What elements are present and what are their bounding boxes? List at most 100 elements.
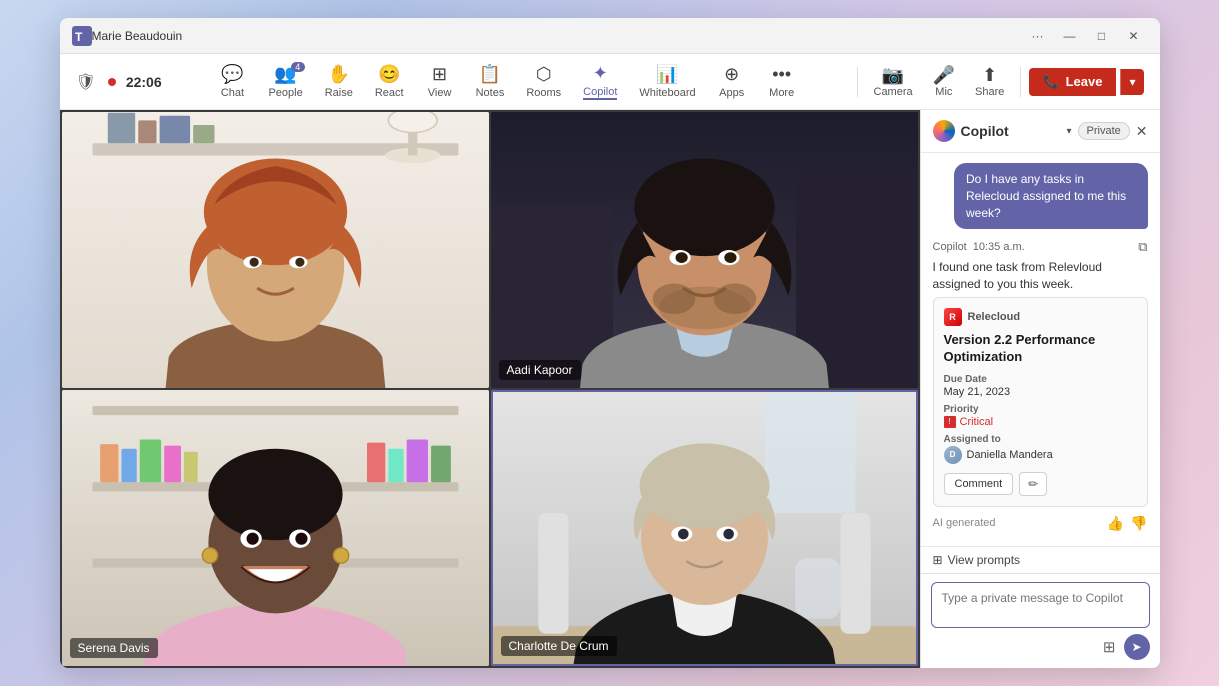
format-icon[interactable]: ⊞ bbox=[1101, 636, 1118, 658]
share-icon: ⬆ bbox=[982, 65, 997, 86]
toolbar-left: 🛡 22:06 bbox=[76, 72, 162, 92]
assignee-name: Daniella Mandera bbox=[967, 449, 1053, 461]
ai-generated-row: AI generated 👍 👎 bbox=[933, 515, 1148, 532]
leave-button[interactable]: 📞 Leave bbox=[1029, 68, 1116, 96]
video-tile-4: Charlotte De Crum bbox=[491, 390, 918, 666]
copilot-input-actions: ⊞ ➤ bbox=[931, 634, 1150, 660]
video-grid: Aadi Kapoor bbox=[60, 110, 920, 668]
video-tile-1 bbox=[62, 112, 489, 388]
video-tile-2: Aadi Kapoor bbox=[491, 112, 918, 388]
relecloud-logo-icon: R bbox=[944, 308, 962, 326]
more-button[interactable]: ••• More bbox=[758, 60, 806, 103]
copilot-icon: ✦ bbox=[593, 63, 608, 84]
copilot-msg-time: 10:35 a.m. bbox=[973, 241, 1025, 253]
comment-button[interactable]: Comment bbox=[944, 473, 1014, 495]
camera-button[interactable]: 📷 Camera bbox=[866, 61, 921, 102]
edit-button[interactable]: ✏ bbox=[1019, 472, 1047, 496]
share-button[interactable]: ⬆ Share bbox=[967, 61, 1012, 102]
copilot-message-input[interactable] bbox=[931, 582, 1150, 628]
toolbar-divider bbox=[857, 67, 858, 97]
teams-logo-icon: T bbox=[72, 26, 92, 46]
name-tag-3: Serena Davis bbox=[70, 638, 158, 658]
view-prompts-button[interactable]: ⊞ View prompts bbox=[921, 546, 1160, 573]
copy-icon[interactable]: ⧉ bbox=[1138, 239, 1147, 255]
svg-text:T: T bbox=[75, 30, 83, 44]
main-content: Aadi Kapoor bbox=[60, 110, 1160, 668]
raise-hand-icon: ✋ bbox=[328, 64, 350, 85]
close-button[interactable]: ✕ bbox=[1120, 25, 1148, 47]
task-source: Relecloud bbox=[968, 311, 1021, 323]
people-button[interactable]: 👥 4 People bbox=[258, 60, 312, 103]
react-icon: 😊 bbox=[378, 64, 400, 85]
raise-button[interactable]: ✋ Raise bbox=[315, 60, 363, 103]
meeting-timer: 22:06 bbox=[126, 74, 162, 90]
leave-dropdown-button[interactable]: ▾ bbox=[1120, 69, 1143, 95]
copilot-msg-text: I found one task from Relevloud assigned… bbox=[933, 259, 1148, 293]
copilot-logo-icon bbox=[933, 120, 955, 142]
thumbs-up-icon[interactable]: 👍 bbox=[1107, 515, 1124, 532]
due-date-value: May 21, 2023 bbox=[944, 386, 1137, 398]
copilot-panel: Copilot ▾ Private ✕ Do I have any tasks … bbox=[920, 110, 1160, 668]
copilot-msg-header: Copilot 10:35 a.m. ⧉ bbox=[933, 239, 1148, 255]
copilot-button[interactable]: ✦ Copilot bbox=[573, 59, 627, 104]
participant-3-figure bbox=[62, 390, 489, 666]
whiteboard-icon: 📊 bbox=[656, 64, 678, 85]
assignee-row: D Daniella Mandera bbox=[944, 446, 1137, 464]
toolbar-divider-2 bbox=[1020, 67, 1021, 97]
notes-button[interactable]: 📋 Notes bbox=[466, 60, 515, 103]
task-title: Version 2.2 Performance Optimization bbox=[944, 332, 1137, 366]
maximize-button[interactable]: □ bbox=[1088, 25, 1116, 47]
chat-button[interactable]: 💬 Chat bbox=[208, 60, 256, 103]
send-arrow-icon: ➤ bbox=[1131, 640, 1141, 654]
react-button[interactable]: 😊 React bbox=[365, 60, 414, 103]
assignee-avatar: D bbox=[944, 446, 962, 464]
participant-2-figure bbox=[491, 112, 918, 388]
copilot-bot-name: Copilot bbox=[933, 241, 967, 253]
minimize-button[interactable]: — bbox=[1056, 25, 1084, 47]
prompts-grid-icon: ⊞ bbox=[933, 553, 943, 567]
rooms-button[interactable]: ⬡ Rooms bbox=[516, 60, 571, 103]
notes-icon: 📋 bbox=[479, 64, 501, 85]
meeting-toolbar: 🛡 22:06 💬 Chat 👥 4 People ✋ Raise 😊 Reac… bbox=[60, 54, 1160, 110]
video-background-4 bbox=[493, 392, 916, 664]
more-options-button[interactable]: ··· bbox=[1024, 25, 1052, 47]
user-message-bubble: Do I have any tasks in Relecloud assigne… bbox=[954, 163, 1148, 229]
task-card: R Relecloud Version 2.2 Performance Opti… bbox=[933, 297, 1148, 507]
feedback-icons: 👍 👎 bbox=[1107, 515, 1148, 532]
private-badge: Private bbox=[1078, 122, 1130, 140]
toolbar-center: 💬 Chat 👥 4 People ✋ Raise 😊 React ⊞ View bbox=[208, 59, 805, 104]
task-actions: Comment ✏ bbox=[944, 472, 1137, 496]
close-copilot-button[interactable]: ✕ bbox=[1136, 123, 1148, 140]
shield-icon: 🛡 bbox=[76, 72, 96, 92]
teams-window: T Marie Beaudouin ··· — □ ✕ 🛡 22:06 💬 Ch… bbox=[60, 18, 1160, 668]
whiteboard-button[interactable]: 📊 Whiteboard bbox=[629, 60, 705, 103]
priority-label: Priority bbox=[944, 404, 1137, 415]
thumbs-down-icon[interactable]: 👎 bbox=[1130, 515, 1147, 532]
video-background-2 bbox=[491, 112, 918, 388]
name-tag-4: Charlotte De Crum bbox=[501, 636, 617, 656]
video-tile-3: Serena Davis bbox=[62, 390, 489, 666]
view-button[interactable]: ⊞ View bbox=[416, 60, 464, 103]
priority-value: ! Critical bbox=[944, 416, 1137, 428]
assigned-label: Assigned to bbox=[944, 434, 1137, 445]
send-button[interactable]: ➤ bbox=[1124, 634, 1150, 660]
ai-generated-label: AI generated bbox=[933, 517, 996, 529]
video-background-1 bbox=[62, 112, 489, 388]
recording-dot-icon bbox=[108, 78, 116, 86]
window-controls: ··· — □ ✕ bbox=[1024, 25, 1148, 47]
camera-icon: 📷 bbox=[882, 65, 904, 86]
toolbar-right: 📷 Camera 🎤 Mic ⬆ Share 📞 Leave ▾ bbox=[853, 61, 1144, 102]
participant-4-figure bbox=[493, 392, 916, 664]
mic-icon: 🎤 bbox=[933, 65, 955, 86]
view-icon: ⊞ bbox=[432, 64, 447, 85]
copilot-input-area: ⊞ ➤ bbox=[921, 573, 1160, 668]
mic-button[interactable]: 🎤 Mic bbox=[925, 61, 963, 102]
priority-field: Priority ! Critical bbox=[944, 404, 1137, 428]
phone-icon: 📞 bbox=[1043, 74, 1059, 90]
copilot-chevron-icon[interactable]: ▾ bbox=[1066, 126, 1071, 137]
copilot-response: Copilot 10:35 a.m. ⧉ I found one task fr… bbox=[933, 239, 1148, 531]
due-date-field: Due Date May 21, 2023 bbox=[944, 374, 1137, 398]
apps-button[interactable]: ⊕ Apps bbox=[708, 60, 756, 103]
copilot-header: Copilot ▾ Private ✕ bbox=[921, 110, 1160, 153]
name-tag-2: Aadi Kapoor bbox=[499, 360, 581, 380]
